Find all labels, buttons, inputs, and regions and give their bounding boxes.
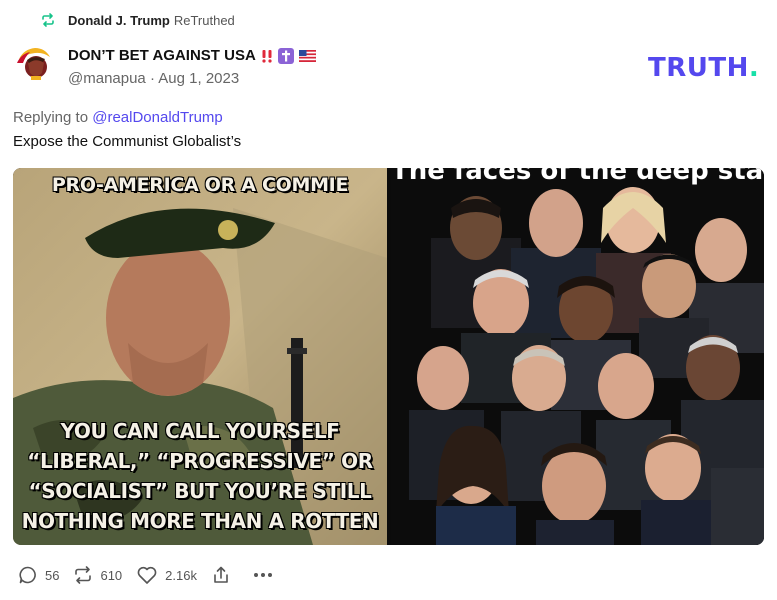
double-exclamation-icon <box>261 49 273 63</box>
retruth-count: 610 <box>100 567 123 583</box>
share-icon <box>214 566 228 583</box>
retruth-button[interactable]: 610 <box>73 565 122 585</box>
meme-image[interactable]: PRO-AMERICA OR A COMMIE YOU CAN CALL YOU… <box>13 168 387 545</box>
truth-social-logo: TRUTH. <box>648 55 759 81</box>
display-name[interactable]: DON’T BET AGAINST USA <box>68 47 256 64</box>
reply-count: 56 <box>45 567 60 583</box>
meme-line: “SOCIALIST” BUT YOU’RE STILL <box>28 479 372 503</box>
post-media[interactable]: PRO-AMERICA OR A COMMIE YOU CAN CALL YOU… <box>13 168 764 545</box>
meme-top-text: PRO-AMERICA OR A COMMIE <box>51 174 349 196</box>
action-bar: 56 610 2.16k <box>18 563 295 587</box>
post-date[interactable]: Aug 1, 2023 <box>158 70 239 87</box>
meme-line: “LIBERAL,” “PROGRESSIVE” OR <box>27 449 373 473</box>
comment-icon <box>19 566 36 584</box>
latin-cross-icon <box>277 47 294 64</box>
collage-image[interactable]: The faces of the deep state <box>391 168 764 545</box>
us-flag-icon <box>298 49 316 62</box>
logo-text: TRUTH <box>648 53 749 83</box>
logo-dot: . <box>748 53 760 83</box>
avatar[interactable] <box>13 45 55 87</box>
meme-bottom-text: YOU CAN CALL YOURSELF “LIBERAL,” “PROGRE… <box>13 416 387 536</box>
more-options-button[interactable] <box>252 565 281 585</box>
retruth-icon <box>41 13 55 27</box>
mention-link[interactable]: @realDonaldTrump <box>92 109 223 126</box>
retruth-action-icon <box>75 566 92 584</box>
reply-button[interactable]: 56 <box>18 565 59 585</box>
more-dots-icon <box>253 573 272 577</box>
user-handle[interactable]: @manapua <box>68 70 146 87</box>
like-count: 2.16k <box>165 567 197 583</box>
retruth-label: ReTruthed <box>173 12 235 28</box>
replying-prefix: Replying to <box>13 109 89 126</box>
meme-line: NOTHING MORE THAN A ROTTEN <box>21 509 379 533</box>
handle-row: @manapua · Aug 1, 2023 <box>68 70 239 87</box>
heart-icon <box>137 566 157 584</box>
display-name-row: DON’T BET AGAINST USA <box>68 47 316 64</box>
retruth-header: Donald J. Trump ReTruthed <box>41 11 235 29</box>
replying-to: Replying to @realDonaldTrump <box>13 109 223 126</box>
share-button[interactable] <box>211 565 238 585</box>
like-button[interactable]: 2.16k <box>136 565 197 585</box>
post-text: Expose the Communist Globalist’s <box>13 133 242 150</box>
retruth-author-name[interactable]: Donald J. Trump <box>68 13 170 28</box>
meme-line: YOU CAN CALL YOURSELF <box>60 419 340 443</box>
